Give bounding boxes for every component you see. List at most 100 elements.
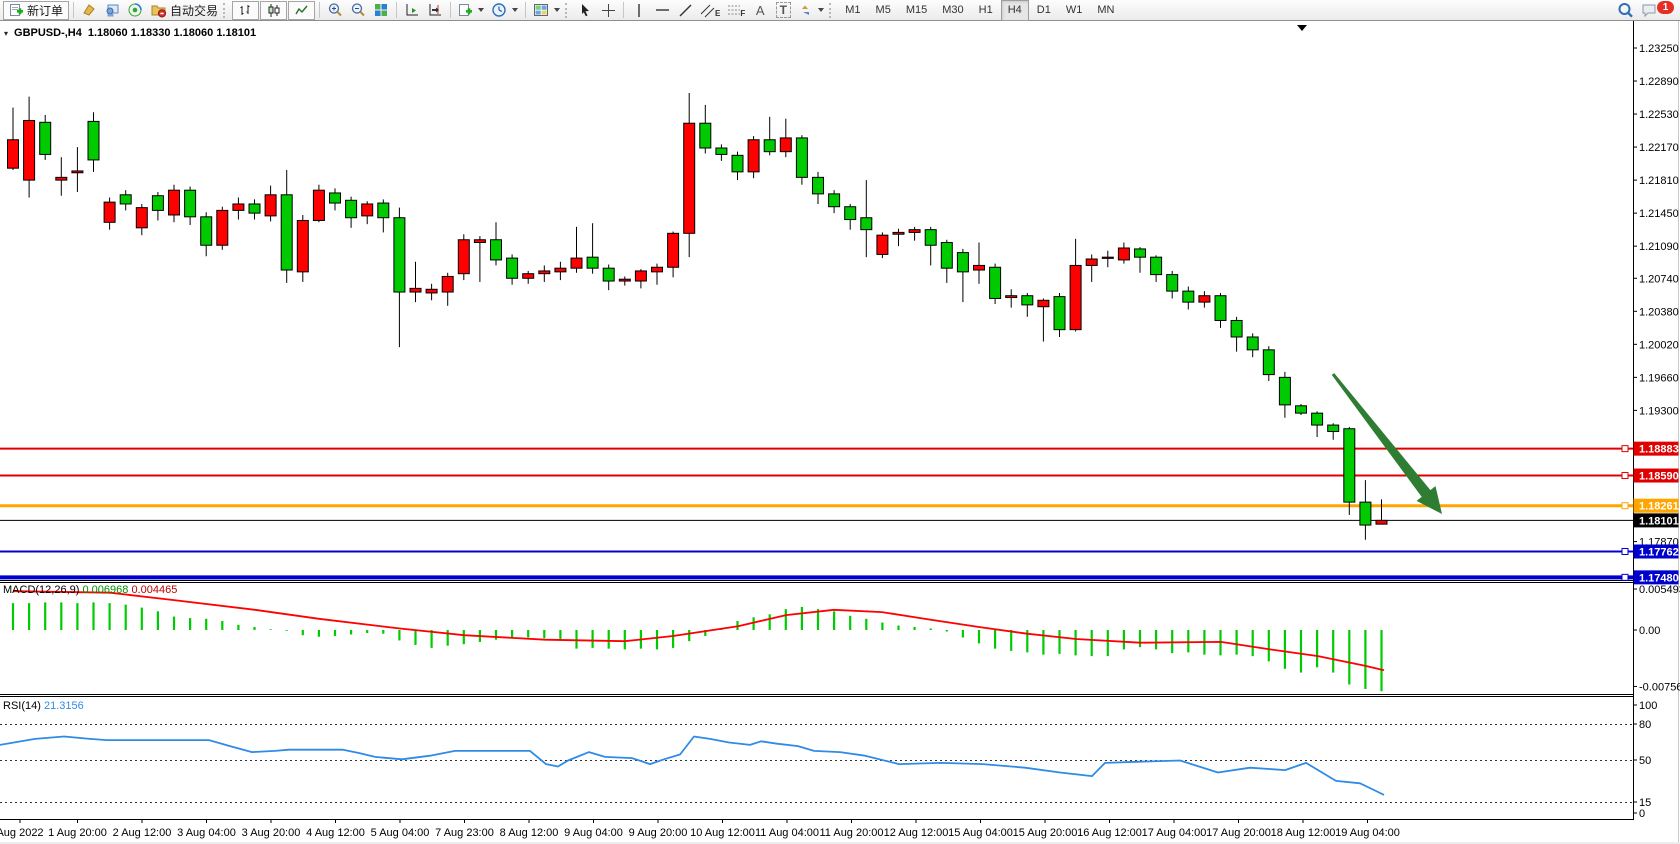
channel-icon	[700, 3, 716, 18]
zoom-in-button[interactable]	[324, 1, 346, 20]
autotrading-button[interactable]: 自动交易	[147, 1, 221, 20]
svg-text:4 Aug 12:00: 4 Aug 12:00	[306, 827, 365, 839]
svg-text:1.22530: 1.22530	[1639, 109, 1679, 121]
chart-title: ▾ GBPUSD-,H4 1.18060 1.18330 1.18060 1.1…	[4, 27, 256, 39]
separator	[396, 2, 397, 18]
tf-button-mn[interactable]: MN	[1090, 0, 1121, 21]
horizontal-level-lines[interactable]	[0, 446, 1633, 581]
price-line-labels: 1.188831.185901.182611.181011.177621.174…	[1634, 442, 1679, 585]
zoom-out-button[interactable]	[347, 1, 369, 20]
svg-text:19 Aug 04:00: 19 Aug 04:00	[1335, 827, 1400, 839]
arrows-icon	[798, 3, 813, 18]
periodicity-button[interactable]	[488, 1, 521, 20]
toolbar: 新订单 自动交易	[0, 0, 1680, 21]
tf-button-m15[interactable]: M15	[899, 0, 934, 21]
svg-text:7 Aug 23:00: 7 Aug 23:00	[435, 827, 494, 839]
vertical-line-button[interactable]	[628, 1, 650, 20]
rsi-line	[0, 737, 1384, 795]
autotrading-icon	[150, 2, 167, 18]
equidistant-channel-button[interactable]: E	[697, 1, 723, 20]
new-chart-button[interactable]	[455, 1, 487, 20]
search-icon	[1617, 2, 1634, 19]
rsi-value: 21.3156	[44, 700, 84, 712]
chart-symbol-period: GBPUSD-,H4	[14, 27, 82, 39]
macd-signal-value: 0.004465	[131, 584, 177, 596]
fibonacci-button[interactable]: F	[724, 1, 748, 20]
svg-text:1.21810: 1.21810	[1639, 175, 1679, 187]
tf-button-m30[interactable]: M30	[935, 0, 970, 21]
candlestick-series	[8, 93, 1388, 540]
tf-button-w1[interactable]: W1	[1059, 0, 1090, 21]
separator	[525, 2, 526, 18]
tf-button-h4[interactable]: H4	[1001, 0, 1029, 21]
svg-text:15 Aug 20:00: 15 Aug 20:00	[1013, 827, 1078, 839]
rsi-indicator-label: RSI(14) 21.3156	[3, 700, 84, 712]
svg-text:1 Aug 20:00: 1 Aug 20:00	[48, 827, 107, 839]
bar-chart-icon	[238, 3, 253, 18]
text-button[interactable]: A	[749, 1, 771, 20]
rsi-name: RSI(14)	[3, 700, 41, 712]
chart-ohlc-values: 1.18060 1.18330 1.18060 1.18101	[88, 27, 256, 39]
crosshair-button[interactable]	[597, 1, 619, 20]
mt4-window: 新订单 自动交易	[0, 0, 1680, 844]
svg-text:2 Aug 12:00: 2 Aug 12:00	[113, 827, 172, 839]
tf-button-m1[interactable]: M1	[838, 0, 867, 21]
new-order-button[interactable]: 新订单	[3, 1, 69, 20]
svg-text:17 Aug 04:00: 17 Aug 04:00	[1142, 827, 1207, 839]
auto-scroll-button[interactable]	[401, 1, 423, 20]
macd-main-value: 0.006968	[82, 584, 128, 596]
svg-text:17 Aug 20:00: 17 Aug 20:00	[1206, 827, 1271, 839]
quotes-radar-button[interactable]	[124, 1, 146, 20]
crosshair-icon	[601, 3, 616, 18]
svg-text:16 Aug 12:00: 16 Aug 12:00	[1077, 827, 1142, 839]
macd-signal-line	[13, 591, 1384, 670]
text-label-button[interactable]: T	[772, 1, 794, 20]
clock-icon	[491, 2, 507, 18]
cursor-icon	[578, 3, 593, 18]
svg-text:1.18883: 1.18883	[1639, 444, 1679, 456]
strategy-tester-button[interactable]	[101, 1, 123, 20]
toolbar-grip	[829, 3, 834, 18]
metaeditor-button[interactable]	[78, 1, 100, 20]
dropdown-caret	[554, 8, 560, 12]
new-order-label: 新订单	[27, 2, 63, 19]
fibo-glyph: F	[740, 9, 745, 18]
search-button[interactable]	[1614, 1, 1637, 20]
line-chart-button[interactable]	[288, 1, 315, 20]
notification-badge: 1	[1657, 1, 1674, 14]
svg-text:1.22890: 1.22890	[1639, 76, 1679, 88]
profiles-button[interactable]	[530, 1, 563, 20]
trendline-button[interactable]	[674, 1, 696, 20]
tf-button-d1[interactable]: D1	[1030, 0, 1058, 21]
svg-text:1.21090: 1.21090	[1639, 241, 1679, 253]
separator	[450, 2, 451, 18]
svg-text:1.18590: 1.18590	[1639, 471, 1679, 483]
separator	[73, 2, 74, 18]
label-tool-glyph: T	[776, 2, 791, 18]
svg-text:1.21450: 1.21450	[1639, 208, 1679, 220]
svg-text:1.22170: 1.22170	[1639, 142, 1679, 154]
autotrading-label: 自动交易	[170, 2, 218, 19]
svg-text:11 Aug 04:00: 11 Aug 04:00	[755, 827, 819, 839]
chart-shift-button[interactable]	[424, 1, 446, 20]
metaeditor-icon	[81, 2, 97, 18]
chart-shift-marker-icon[interactable]	[1297, 25, 1307, 31]
svg-text:10 Aug 12:00: 10 Aug 12:00	[690, 827, 755, 839]
cursor-button[interactable]	[574, 1, 596, 20]
tile-windows-button[interactable]	[370, 1, 392, 20]
dropdown-caret	[512, 8, 518, 12]
arrows-button[interactable]	[795, 1, 827, 20]
notifications-button[interactable]: 1	[1638, 1, 1677, 20]
svg-text:1.19300: 1.19300	[1639, 405, 1679, 417]
tf-button-m5[interactable]: M5	[869, 0, 898, 21]
auto-scroll-icon	[404, 2, 420, 18]
toolbar-grip	[565, 3, 570, 18]
tf-button-h1[interactable]: H1	[972, 0, 1000, 21]
horizontal-line-button[interactable]	[651, 1, 673, 20]
candlestick-button[interactable]	[260, 1, 287, 20]
time-axis: Aug 20221 Aug 20:002 Aug 12:003 Aug 04:0…	[0, 819, 1400, 839]
chart-shift-icon	[427, 2, 443, 18]
chart-area[interactable]: 1.232501.228901.225301.221701.218101.214…	[0, 0, 1680, 844]
bar-chart-button[interactable]	[232, 1, 259, 20]
svg-text:9 Aug 04:00: 9 Aug 04:00	[564, 827, 623, 839]
